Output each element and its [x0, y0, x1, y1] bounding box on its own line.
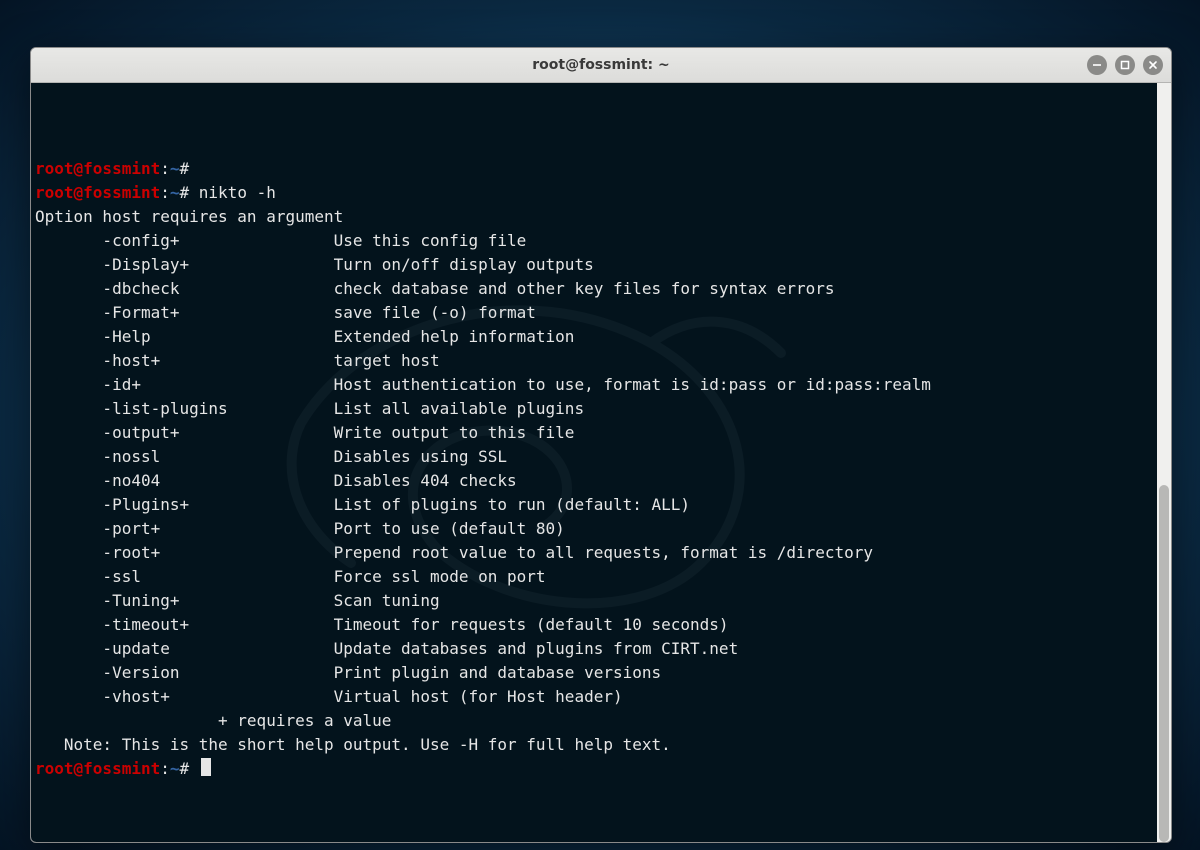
close-button[interactable] [1143, 55, 1163, 75]
prompt-line: root@fossmint:~# nikto -h [35, 181, 1153, 205]
option-line: -output+ Write output to this file [35, 421, 1153, 445]
option-line: -no404 Disables 404 checks [35, 469, 1153, 493]
option-line: -Format+ save file (-o) format [35, 301, 1153, 325]
option-line: -Display+ Turn on/off display outputs [35, 253, 1153, 277]
option-line: -ssl Force ssl mode on port [35, 565, 1153, 589]
option-line: -vhost+ Virtual host (for Host header) [35, 685, 1153, 709]
close-icon [1148, 60, 1158, 70]
maximize-button[interactable] [1115, 55, 1135, 75]
minimize-icon [1092, 60, 1102, 70]
option-line: -root+ Prepend root value to all request… [35, 541, 1153, 565]
option-line: -Plugins+ List of plugins to run (defaul… [35, 493, 1153, 517]
note-line: Note: This is the short help output. Use… [35, 733, 1153, 757]
maximize-icon [1120, 60, 1130, 70]
text-cursor [201, 758, 211, 776]
option-line: -list-plugins List all available plugins [35, 397, 1153, 421]
scrollbar-thumb[interactable] [1159, 485, 1169, 842]
minimize-button[interactable] [1087, 55, 1107, 75]
option-line: -Help Extended help information [35, 325, 1153, 349]
option-line: -Tuning+ Scan tuning [35, 589, 1153, 613]
requires-value-line: + requires a value [35, 709, 1153, 733]
option-line: -update Update databases and plugins fro… [35, 637, 1153, 661]
desktop-background: root@fossmint: ~ root@fossmint:~# root@f… [0, 0, 1200, 850]
command-text: nikto -h [199, 183, 276, 202]
terminal-viewport[interactable]: root@fossmint:~# root@fossmint:~# nikto … [31, 83, 1157, 842]
option-line: -port+ Port to use (default 80) [35, 517, 1153, 541]
vertical-scrollbar[interactable] [1157, 83, 1171, 842]
terminal-body-wrap: root@fossmint:~# root@fossmint:~# nikto … [31, 83, 1171, 842]
terminal-window: root@fossmint: ~ root@fossmint:~# root@f… [30, 47, 1172, 843]
option-line: -nossl Disables using SSL [35, 445, 1153, 469]
option-line: -config+ Use this config file [35, 229, 1153, 253]
window-titlebar[interactable]: root@fossmint: ~ [31, 48, 1171, 83]
window-title: root@fossmint: ~ [31, 57, 1171, 73]
option-line: -timeout+ Timeout for requests (default … [35, 613, 1153, 637]
window-controls [1087, 48, 1163, 82]
prompt-line: root@fossmint:~# [35, 757, 1153, 781]
option-line: -id+ Host authentication to use, format … [35, 373, 1153, 397]
option-line: -dbcheck check database and other key fi… [35, 277, 1153, 301]
error-line: Option host requires an argument [35, 205, 1153, 229]
option-line: -Version Print plugin and database versi… [35, 661, 1153, 685]
prompt-line: root@fossmint:~# [35, 157, 1153, 181]
option-line: -host+ target host [35, 349, 1153, 373]
